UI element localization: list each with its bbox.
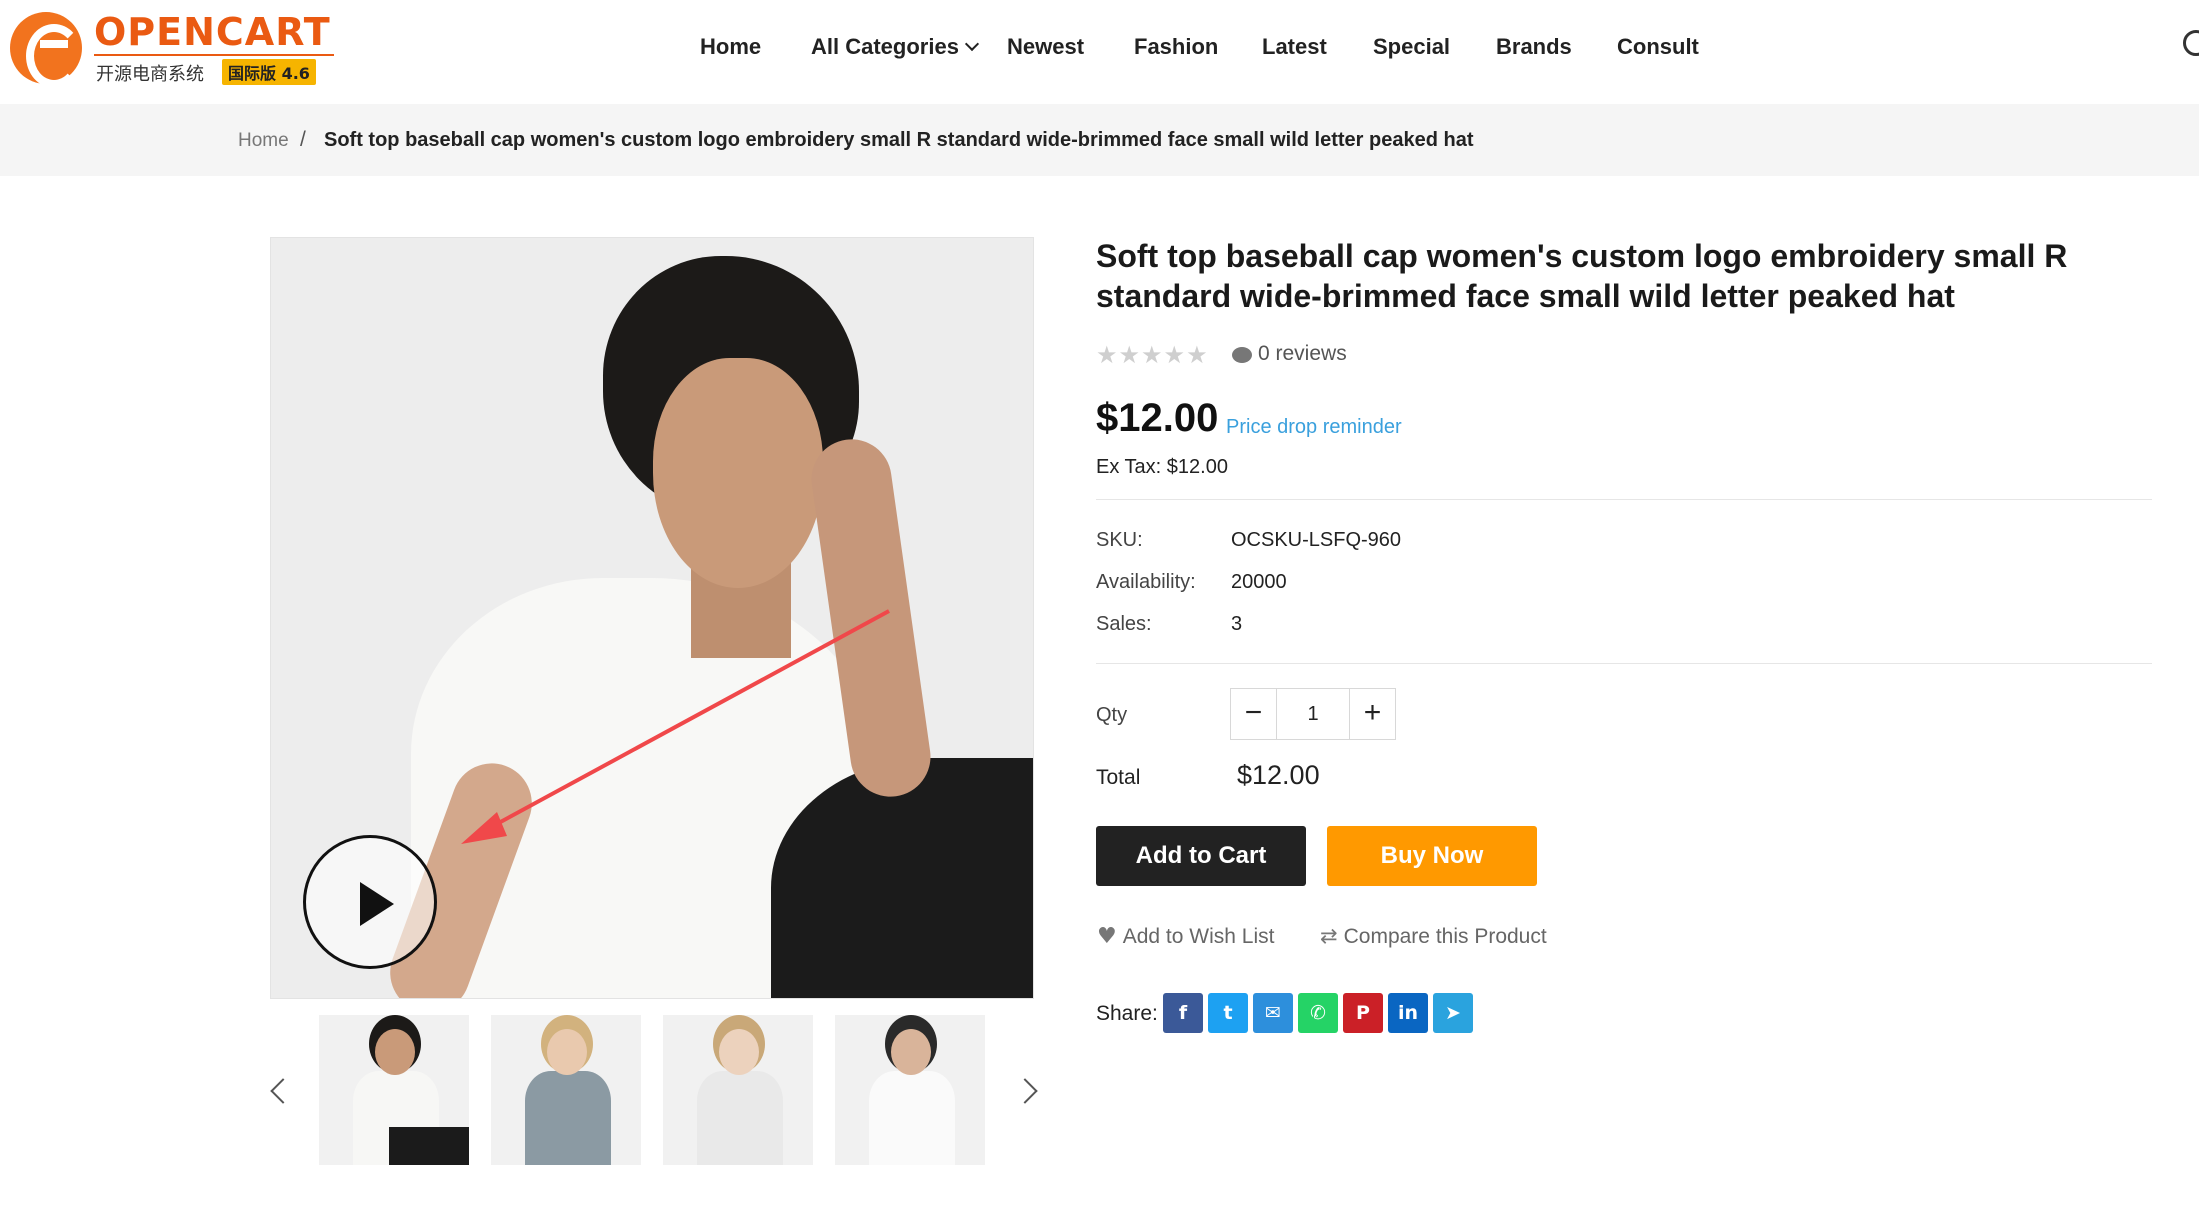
- nav-all-categories[interactable]: All Categories: [811, 30, 980, 64]
- heart-icon: ♥: [1097, 924, 1117, 949]
- share-pinterest-icon[interactable]: P: [1343, 993, 1383, 1033]
- availability-label: Availability:: [1096, 571, 1196, 593]
- ex-tax-price: Ex Tax: $12.00: [1096, 456, 1228, 478]
- share-whatsapp-icon[interactable]: ✆: [1298, 993, 1338, 1033]
- compare-icon: ⇄: [1320, 924, 1338, 948]
- divider: [1096, 499, 2152, 500]
- thumbnail-next-arrow-icon[interactable]: [1012, 1078, 1038, 1104]
- sku-label: SKU:: [1096, 529, 1143, 551]
- nav-consult[interactable]: Consult: [1617, 30, 1699, 64]
- star-icon: ★: [1186, 341, 1208, 369]
- breadcrumb-current: Soft top baseball cap women's custom log…: [324, 129, 1474, 151]
- thumbnail-figure-head: [375, 1029, 415, 1075]
- nav-special[interactable]: Special: [1373, 30, 1450, 64]
- thumbnail-figure-head: [719, 1029, 759, 1075]
- price-drop-reminder-link[interactable]: Price drop reminder: [1226, 416, 1402, 439]
- reviews-link[interactable]: 0 reviews: [1258, 341, 1347, 367]
- thumbnail-figure-legs: [389, 1127, 469, 1165]
- product-thumbnail[interactable]: [663, 1015, 813, 1165]
- divider: [1096, 663, 2152, 664]
- share-telegram-icon[interactable]: ➤: [1433, 993, 1473, 1033]
- qty-label: Qty: [1096, 704, 1128, 726]
- product-thumbnail[interactable]: [319, 1015, 469, 1165]
- chevron-down-icon: [964, 36, 980, 52]
- thumbnail-figure-body: [869, 1071, 955, 1165]
- availability-value: 20000: [1231, 571, 1287, 593]
- breadcrumb-home-link[interactable]: Home: [238, 130, 289, 152]
- play-video-button[interactable]: [303, 835, 437, 969]
- star-icon: ★: [1118, 341, 1141, 369]
- qty-increase-button[interactable]: +: [1349, 689, 1395, 739]
- breadcrumb-separator: /: [300, 128, 306, 151]
- nav-newest[interactable]: Newest: [1007, 30, 1084, 64]
- star-icon: ★: [1096, 341, 1118, 369]
- compare-product-link[interactable]: ⇄ Compare this Product: [1320, 924, 1547, 949]
- comment-icon: [1232, 347, 1252, 363]
- nav-fashion[interactable]: Fashion: [1134, 30, 1218, 64]
- product-rating: ★★★★★ 0 reviews: [1096, 341, 1347, 369]
- total-value: $12.00: [1237, 760, 1320, 790]
- thumbnail-figure-body: [697, 1071, 783, 1165]
- play-icon: [360, 882, 394, 926]
- nav-home[interactable]: Home: [700, 30, 761, 64]
- main-nav: Home All Categories Newest Fashion Lates…: [0, 30, 2199, 70]
- quantity-stepper: − +: [1230, 688, 1396, 740]
- add-to-cart-button[interactable]: Add to Cart: [1096, 826, 1306, 886]
- share-facebook-icon[interactable]: f: [1163, 993, 1203, 1033]
- qty-input[interactable]: [1277, 689, 1349, 739]
- nav-latest[interactable]: Latest: [1262, 30, 1327, 64]
- share-label: Share:: [1096, 1002, 1158, 1025]
- thumbnail-figure-head: [547, 1029, 587, 1075]
- product-title: Soft top baseball cap women's custom log…: [1096, 238, 2068, 314]
- nav-all-categories-label: All Categories: [811, 34, 959, 59]
- thumbnail-figure-head: [891, 1029, 931, 1075]
- total-label: Total: [1096, 766, 1141, 789]
- compare-label: Compare this Product: [1343, 925, 1547, 948]
- main-product-image[interactable]: [270, 237, 1034, 999]
- sales-label: Sales:: [1096, 613, 1152, 635]
- product-thumbnail[interactable]: [835, 1015, 985, 1165]
- share-twitter-icon[interactable]: t: [1208, 993, 1248, 1033]
- share-email-icon[interactable]: ✉: [1253, 993, 1293, 1033]
- sku-value: OCSKU-LSFQ-960: [1231, 529, 1402, 551]
- product-price: $12.00: [1096, 396, 1219, 440]
- star-icon: ★: [1163, 341, 1186, 369]
- add-to-wish-list-link[interactable]: ♥ Add to Wish List: [1097, 924, 1274, 949]
- wish-list-label: Add to Wish List: [1122, 925, 1275, 948]
- buy-now-button[interactable]: Buy Now: [1327, 826, 1537, 886]
- sales-value: 3: [1231, 613, 1243, 635]
- thumbnail-figure-body: [525, 1071, 611, 1165]
- site-header: OPENCART 开源电商系统 国际版 4.6 Home All Categor…: [0, 0, 2199, 104]
- share-linkedin-icon[interactable]: in: [1388, 993, 1428, 1033]
- thumbnail-prev-arrow-icon[interactable]: [270, 1078, 296, 1104]
- product-thumbnail[interactable]: [491, 1015, 641, 1165]
- star-icon: ★: [1141, 341, 1163, 369]
- nav-brands[interactable]: Brands: [1496, 30, 1572, 64]
- breadcrumb: Home / Soft top baseball cap women's cus…: [0, 104, 2199, 176]
- qty-decrease-button[interactable]: −: [1231, 689, 1277, 739]
